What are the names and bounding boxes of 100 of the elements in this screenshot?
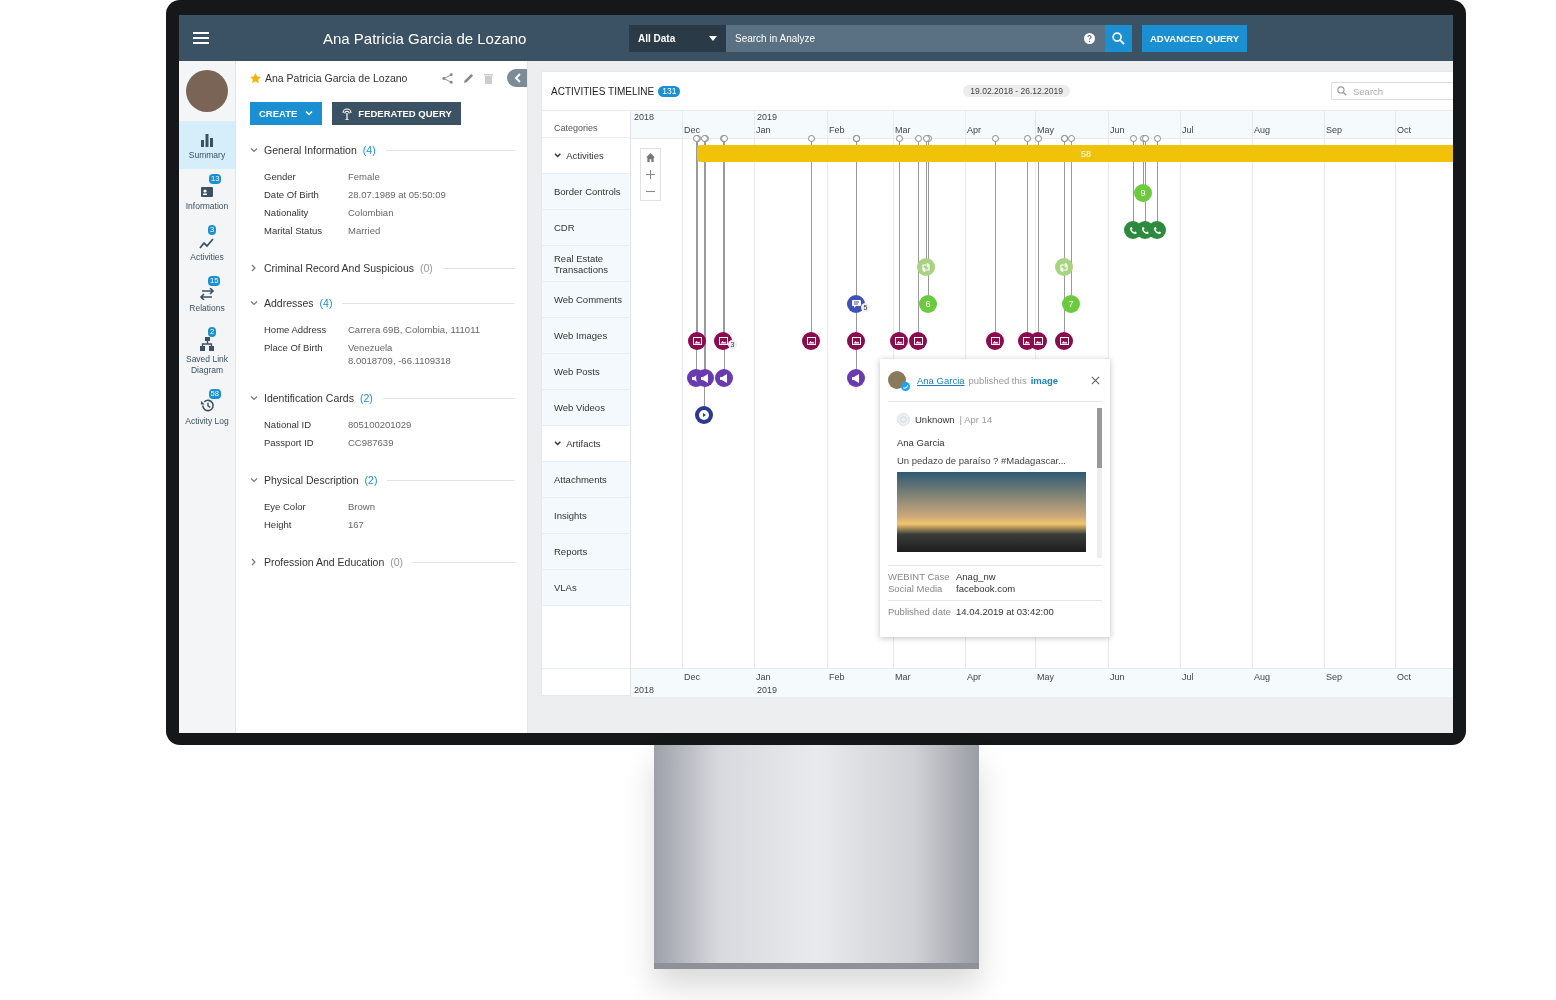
category-row[interactable]: Insights bbox=[542, 497, 630, 533]
month-label: Mar bbox=[895, 672, 911, 682]
field-value: Carrera 69B, Colombia, 111011 bbox=[348, 323, 482, 336]
scope-dropdown[interactable]: All Data bbox=[629, 24, 726, 52]
image-marker[interactable] bbox=[986, 332, 1004, 350]
category-row[interactable]: CDR bbox=[542, 209, 630, 245]
category-row[interactable]: Real Estate Transactions bbox=[542, 245, 630, 281]
image-marker[interactable] bbox=[802, 332, 820, 350]
field-label: Eye Color bbox=[264, 500, 307, 513]
category-row[interactable]: VLAs bbox=[542, 569, 630, 605]
comment-marker[interactable] bbox=[847, 295, 865, 313]
year-label: 2019 bbox=[757, 112, 778, 122]
call-marker[interactable] bbox=[1148, 221, 1166, 239]
history-icon bbox=[199, 398, 215, 413]
image-marker[interactable] bbox=[909, 332, 927, 350]
post-marker[interactable] bbox=[715, 369, 733, 387]
field-label: Place Of Birth bbox=[264, 341, 324, 355]
bird-icon bbox=[901, 382, 910, 391]
object-link[interactable]: image bbox=[1030, 374, 1059, 386]
image-icon bbox=[718, 337, 728, 345]
year-label: 2019 bbox=[757, 685, 778, 695]
id-card-icon bbox=[200, 184, 214, 198]
image-marker[interactable] bbox=[1029, 332, 1047, 350]
poster-name: Ana Garcia bbox=[897, 437, 946, 448]
search-input[interactable]: Search in Analyze bbox=[726, 31, 1084, 45]
count-badge: 131 bbox=[658, 85, 681, 97]
image-marker[interactable] bbox=[688, 332, 706, 350]
video-marker[interactable] bbox=[695, 406, 713, 424]
post-marker[interactable] bbox=[847, 369, 865, 387]
collapse-button[interactable] bbox=[507, 69, 527, 87]
category-row[interactable]: Web Comments bbox=[542, 281, 630, 317]
month-label: Sep bbox=[1326, 125, 1342, 135]
section-header[interactable]: Physical Description (2) bbox=[250, 470, 527, 490]
image-icon bbox=[1059, 337, 1069, 345]
category-row[interactable]: Attachments bbox=[542, 461, 630, 497]
avatar bbox=[186, 70, 228, 112]
star-icon[interactable] bbox=[250, 72, 261, 84]
field-value: 167 bbox=[348, 518, 365, 531]
section-header[interactable]: Addresses (4) bbox=[250, 293, 527, 313]
federated-query-button[interactable]: FEDERATED QUERY bbox=[332, 102, 461, 125]
field-label: Height bbox=[264, 518, 293, 531]
category-row[interactable]: Artifacts bbox=[542, 425, 630, 461]
scrollbar[interactable] bbox=[1097, 408, 1102, 558]
menu-icon[interactable] bbox=[193, 32, 209, 44]
search-field[interactable]: Search in Analyze bbox=[726, 24, 1105, 52]
field-value: Married bbox=[348, 224, 382, 237]
section-header[interactable]: General Information (4) bbox=[250, 140, 527, 160]
nav-item[interactable]: Summary bbox=[179, 121, 235, 169]
play-icon bbox=[699, 410, 709, 420]
close-icon[interactable] bbox=[1091, 375, 1100, 385]
chevron-down-icon bbox=[305, 111, 314, 116]
category-row[interactable]: Border Controls bbox=[542, 173, 630, 209]
category-row[interactable]: Web Posts bbox=[542, 353, 630, 389]
repost-marker[interactable] bbox=[917, 258, 935, 276]
detail-label: Published date bbox=[888, 600, 956, 618]
megaphone-icon bbox=[851, 373, 861, 383]
month-label: Jan bbox=[756, 672, 771, 682]
search-field[interactable]: Search bbox=[1331, 82, 1453, 100]
month-label: Apr bbox=[967, 125, 981, 135]
category-row[interactable]: Reports bbox=[542, 533, 630, 569]
date-range[interactable]: 19.02.2018 - 26.12.2019 bbox=[963, 85, 1070, 97]
advanced-query-button[interactable]: ADVANCED QUERY bbox=[1142, 24, 1248, 52]
month-label: Aug bbox=[1254, 672, 1270, 682]
detail-label: Social Media bbox=[888, 583, 944, 595]
trend-line-icon bbox=[199, 237, 215, 249]
section-header[interactable]: Profession And Education (0) bbox=[250, 552, 527, 572]
repost-marker[interactable] bbox=[1055, 258, 1073, 276]
bar-chart-icon bbox=[200, 133, 214, 147]
create-button[interactable]: CREATE bbox=[250, 102, 323, 125]
field-label: National ID bbox=[264, 418, 312, 431]
detail-value: facebook.com bbox=[956, 583, 1017, 595]
year-label: 2018 bbox=[634, 112, 655, 122]
help-icon[interactable] bbox=[1084, 32, 1095, 44]
image-marker[interactable] bbox=[714, 332, 732, 350]
month-label: Oct bbox=[1397, 672, 1411, 682]
search-icon bbox=[1337, 86, 1347, 96]
caret-icon bbox=[709, 35, 717, 41]
image-marker[interactable] bbox=[1055, 332, 1073, 350]
antenna-icon bbox=[341, 107, 354, 120]
image-icon bbox=[990, 337, 1000, 345]
edit-icon[interactable] bbox=[463, 72, 474, 84]
field-value: CC987639 bbox=[348, 436, 395, 449]
search-button[interactable] bbox=[1105, 24, 1132, 52]
image-marker[interactable] bbox=[890, 332, 908, 350]
post-marker[interactable] bbox=[696, 369, 714, 387]
category-row[interactable]: Web Videos bbox=[542, 389, 630, 425]
post-date: | Apr 14 bbox=[959, 414, 993, 425]
image-marker[interactable] bbox=[847, 332, 865, 350]
share-icon[interactable] bbox=[442, 72, 453, 84]
chevron-down-icon bbox=[250, 300, 258, 306]
section-header[interactable]: Criminal Record And Suspicious (0) bbox=[250, 258, 527, 278]
category-row[interactable]: Web Images bbox=[542, 317, 630, 353]
detail-value: 14.04.2019 at 03:42:00 bbox=[956, 600, 1102, 618]
image-icon bbox=[806, 337, 816, 345]
comment-icon bbox=[851, 300, 861, 308]
month-label: Mar bbox=[895, 125, 911, 135]
section-header[interactable]: Identification Cards (2) bbox=[250, 388, 527, 408]
category-row[interactable]: Activities bbox=[542, 137, 630, 173]
year-label: 2018 bbox=[634, 685, 655, 695]
author-link[interactable]: Ana Garcia bbox=[917, 374, 965, 386]
